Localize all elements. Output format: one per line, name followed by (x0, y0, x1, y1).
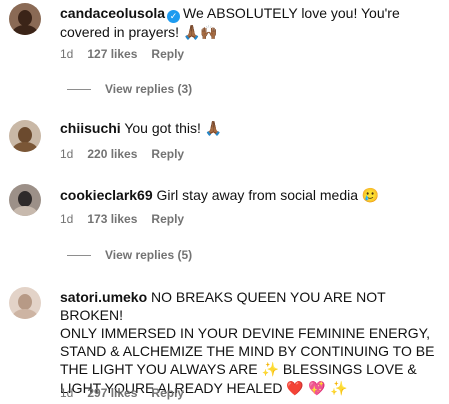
username[interactable]: candaceolusola (60, 5, 165, 21)
comment-meta: 1d 220 likes Reply (60, 147, 184, 161)
likes-count[interactable]: 127 likes (87, 47, 137, 61)
view-replies-button[interactable]: View replies (5) (67, 248, 192, 262)
reply-button[interactable]: Reply (151, 212, 184, 226)
username[interactable]: satori.umeko (60, 289, 147, 305)
pray-hands-emoji-icon: 🙏🏾🙌🏾 (182, 25, 218, 41)
reply-button[interactable]: Reply (151, 47, 184, 61)
likes-count[interactable]: 297 likes (87, 386, 137, 400)
avatar[interactable] (9, 120, 41, 152)
comment-text: candaceolusola ✓ We ABSOLUTELY love you! Y… (60, 5, 400, 41)
reply-button[interactable]: Reply (151, 147, 184, 161)
likes-count[interactable]: 220 likes (87, 147, 137, 161)
comment-meta: 1d 127 likes Reply (60, 47, 184, 61)
comment-meta: 1d 297 likes Reply (60, 386, 184, 400)
avatar[interactable] (9, 3, 41, 35)
divider-line (67, 89, 91, 91)
timestamp: 1d (60, 212, 74, 226)
avatar[interactable] (9, 184, 41, 216)
timestamp: 1d (60, 47, 74, 61)
heart-emojis-icon: ❤️ 💖 ✨ (286, 381, 348, 397)
smiling-tear-emoji-icon: 🥲 (361, 188, 380, 204)
timestamp: 1d (60, 147, 74, 161)
reply-button[interactable]: Reply (151, 386, 184, 400)
username[interactable]: chiisuchi (60, 120, 121, 136)
avatar[interactable] (9, 287, 41, 319)
username[interactable]: cookieclark69 (60, 187, 153, 203)
likes-count[interactable]: 173 likes (87, 212, 137, 226)
divider-line (67, 255, 91, 257)
comment-text: cookieclark69 Girl stay away from social… (60, 187, 380, 204)
view-replies-button[interactable]: View replies (3) (67, 82, 192, 96)
sparkles-emoji-icon: ✨ (261, 362, 279, 378)
pray-hands-emoji-icon: 🙏🏾 (204, 121, 223, 137)
verified-badge-icon: ✓ (167, 10, 181, 23)
timestamp: 1d (60, 386, 74, 400)
comment-meta: 1d 173 likes Reply (60, 212, 184, 226)
comment-text: chiisuchi You got this! 🙏🏾 (60, 120, 223, 137)
comment-text: satori.umeko NO BREAKS QUEEN YOU ARE NOT… (60, 289, 435, 397)
